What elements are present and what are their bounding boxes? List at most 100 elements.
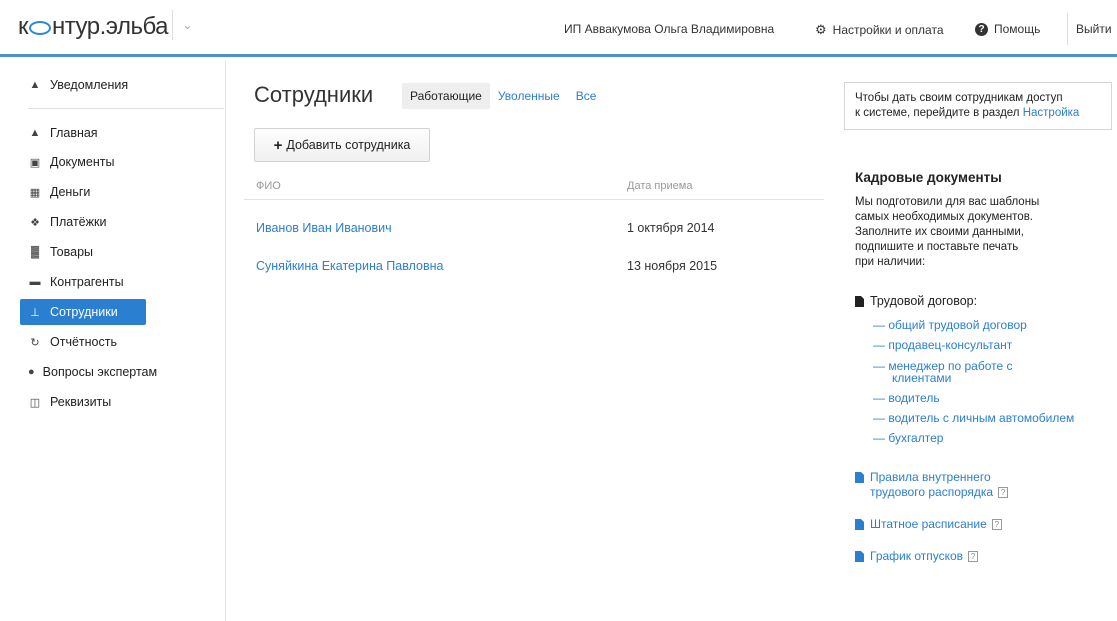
chevron-down-icon: ⌄	[182, 18, 193, 32]
contract-heading-label: Трудовой договор:	[870, 294, 978, 308]
doc-link-staff-schedule[interactable]: Штатное расписание?	[855, 517, 1002, 532]
info-text: к системе, перейдите в раздел	[855, 107, 1020, 119]
logo-dropdown-button[interactable]: ⌄	[172, 10, 202, 40]
hire-date: 1 октября 2014	[627, 221, 715, 235]
documents-icon: ▣	[29, 156, 41, 169]
sidebar-item-money[interactable]: ▦ Деньги	[20, 179, 146, 205]
top-header: к нтур.эльба ⌄ ИП Аввакумова Ольга Влади…	[0, 0, 1117, 57]
access-info-box: Чтобы дать своим сотрудникам доступ к си…	[844, 82, 1112, 130]
sidebar-item-label: Деньги	[50, 185, 91, 199]
contract-link-manager-cont[interactable]: клиентами	[892, 372, 951, 385]
document-icon	[855, 519, 864, 530]
table-divider	[244, 199, 824, 200]
employee-name-link[interactable]: Иванов Иван Иванович	[256, 221, 392, 235]
page-title: Сотрудники	[254, 82, 374, 107]
logo[interactable]: к нтур.эльба	[18, 13, 169, 41]
filter-tabs: Работающие Уволенные Все	[402, 82, 604, 110]
sidebar-item-home[interactable]: ▲ Главная	[20, 120, 146, 146]
doc-link-label: Штатное расписание?	[870, 517, 1002, 532]
doc-link-vacation-schedule[interactable]: График отпусков?	[855, 549, 979, 564]
sidebar-item-label: Вопросы экспертам	[42, 365, 158, 379]
contract-link-driver-car[interactable]: — водитель с личным автомобилем	[873, 412, 1074, 425]
sidebar-item-label: Сотрудники	[50, 305, 118, 319]
document-icon	[855, 551, 864, 562]
sidebar-item-label: Отчётность	[50, 335, 117, 349]
settings-section-link[interactable]: Настройка	[1023, 107, 1080, 119]
doc-link-line: трудового распорядка	[870, 485, 994, 499]
description-line: подпишите и поставьте печать	[855, 241, 1019, 253]
tab-all[interactable]: Все	[568, 83, 605, 109]
sidebar-item-counterparties[interactable]: ▬ Контрагенты	[20, 269, 146, 295]
user-name-link[interactable]: ИП Аввакумова Ольга Владимировна	[564, 22, 774, 36]
column-header-name[interactable]: ФИО	[256, 180, 281, 192]
description-line: Заполните их своими данными,	[855, 226, 1024, 238]
sidebar-item-payments[interactable]: ❖ Платёжки	[20, 209, 146, 235]
sidebar-item-goods[interactable]: ▓ Товары	[20, 239, 146, 265]
sidebar: ▲ Уведомления ▲ Главная ▣ Документы ▦ Де…	[10, 60, 226, 621]
sidebar-item-details[interactable]: ◫ Реквизиты	[20, 389, 146, 415]
add-employee-button[interactable]: + Добавить сотрудника	[254, 128, 430, 162]
question-icon: ●	[28, 366, 35, 378]
employee-name-link[interactable]: Суняйкина Екатерина Павловна	[256, 259, 443, 273]
add-employee-label: Добавить сотрудника	[286, 138, 411, 152]
description-line: Мы подготовили для вас шаблоны	[855, 196, 1040, 208]
info-text-line: Чтобы дать своим сотрудникам доступ	[855, 92, 1063, 104]
sidebar-item-label: Контрагенты	[50, 275, 124, 289]
logo-ring-icon	[29, 21, 51, 35]
logout-link[interactable]: Выйти	[1067, 13, 1112, 45]
employment-contract-heading: Трудовой договор:	[855, 294, 977, 308]
gear-icon: ⚙	[815, 22, 827, 37]
hire-date: 13 ноября 2015	[627, 259, 718, 273]
sidebar-item-label: Реквизиты	[50, 395, 112, 409]
money-icon: ▦	[29, 186, 41, 199]
table-row: Суняйкина Екатерина Павловна 13 ноября 2…	[244, 252, 824, 282]
document-icon	[855, 295, 864, 307]
logout-label: Выйти	[1076, 22, 1112, 36]
sidebar-item-experts[interactable]: ● Вопросы экспертам	[20, 359, 157, 385]
hr-documents-title: Кадровые документы	[855, 170, 1002, 185]
sidebar-item-label: Платёжки	[50, 215, 107, 229]
help-circle-icon: ?	[975, 22, 988, 36]
briefcase-icon: ▬	[29, 276, 41, 288]
help-square-icon[interactable]: ?	[968, 551, 979, 563]
description-line: при наличии:	[855, 256, 926, 268]
sidebar-item-documents[interactable]: ▣ Документы	[20, 149, 146, 175]
help-square-icon[interactable]: ?	[991, 519, 1002, 531]
contract-link-accountant[interactable]: — бухгалтер	[873, 432, 943, 445]
plus-icon: +	[273, 136, 283, 154]
settings-label: Настройки и оплата	[832, 23, 944, 37]
column-header-date[interactable]: Дата приема	[627, 180, 692, 192]
doc-link-line: Правила внутреннего	[870, 470, 991, 484]
sidebar-item-employees[interactable]: ⊥ Сотрудники	[20, 299, 146, 325]
user-icon: ⊥	[30, 306, 40, 319]
table-row: Иванов Иван Иванович 1 октября 2014	[244, 214, 824, 244]
sidebar-item-label: Товары	[50, 245, 93, 259]
logo-text-end: нтур.эльба	[52, 13, 169, 40]
doc-link-internal-rules[interactable]: Правила внутреннего трудового распорядка…	[855, 470, 1009, 500]
contract-link-driver[interactable]: — водитель	[873, 392, 940, 405]
help-label: Помощь	[994, 22, 1041, 36]
settings-link[interactable]: ⚙ Настройки и оплата	[815, 22, 944, 38]
description-line: самых необходимых документов.	[855, 211, 1034, 223]
sidebar-item-reports[interactable]: ↻ Отчётность	[20, 329, 146, 355]
info-text-line: к системе, перейдите в раздел Настройка	[855, 106, 1101, 121]
doc-link-line: Штатное расписание	[870, 517, 987, 531]
help-square-icon[interactable]: ?	[998, 487, 1009, 499]
tab-dismissed[interactable]: Уволенные	[490, 83, 568, 109]
tab-working[interactable]: Работающие	[402, 83, 490, 109]
document-icon	[855, 472, 864, 483]
details-icon: ◫	[29, 396, 41, 409]
user-name: ИП Аввакумова Ольга Владимировна	[564, 22, 775, 36]
doc-link-line: График отпусков	[870, 549, 964, 563]
help-link[interactable]: ? Помощь	[975, 22, 1040, 36]
report-icon: ↻	[30, 336, 40, 349]
logo-text-start: к	[18, 13, 29, 40]
sidebar-item-notifications[interactable]: ▲ Уведомления	[20, 72, 146, 98]
bell-icon: ▲	[29, 79, 41, 91]
payments-icon: ❖	[30, 216, 40, 229]
sidebar-divider	[28, 108, 224, 109]
contract-link-sales[interactable]: — продавец-консультант	[873, 339, 1012, 352]
contract-link-general[interactable]: — общий трудовой договор	[873, 319, 1027, 332]
sidebar-item-label: Документы	[50, 155, 115, 169]
sidebar-item-label: Главная	[50, 126, 98, 140]
